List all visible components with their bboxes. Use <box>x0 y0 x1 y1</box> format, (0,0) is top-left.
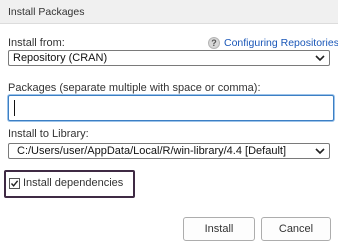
window-title: Install Packages <box>8 6 85 18</box>
install-button[interactable]: Install <box>183 217 255 241</box>
configuring-repositories-link[interactable]: Configuring Repositories <box>224 37 338 49</box>
help-icon[interactable]: ? <box>208 37 220 49</box>
check-icon <box>10 180 19 187</box>
install-from-value: Repository (CRAN) <box>13 52 108 64</box>
install-from-label: Install from: <box>8 37 65 49</box>
library-value: C:/Users/user/AppData/Local/R/win-librar… <box>17 145 286 157</box>
chevron-down-icon <box>315 55 325 62</box>
packages-input[interactable] <box>8 95 334 121</box>
install-dependencies-checkbox[interactable] <box>9 178 20 189</box>
cancel-button[interactable]: Cancel <box>261 217 331 241</box>
install-to-library-label: Install to Library: <box>8 128 89 140</box>
chevron-down-icon <box>315 148 325 155</box>
packages-label: Packages (separate multiple with space o… <box>8 82 261 94</box>
install-dependencies-label[interactable]: Install dependencies <box>23 177 123 189</box>
text-caret <box>14 100 15 116</box>
title-bar: Install Packages <box>0 0 338 24</box>
install-from-select[interactable]: Repository (CRAN) <box>8 50 330 66</box>
library-select[interactable]: C:/Users/user/AppData/Local/R/win-librar… <box>8 143 330 159</box>
